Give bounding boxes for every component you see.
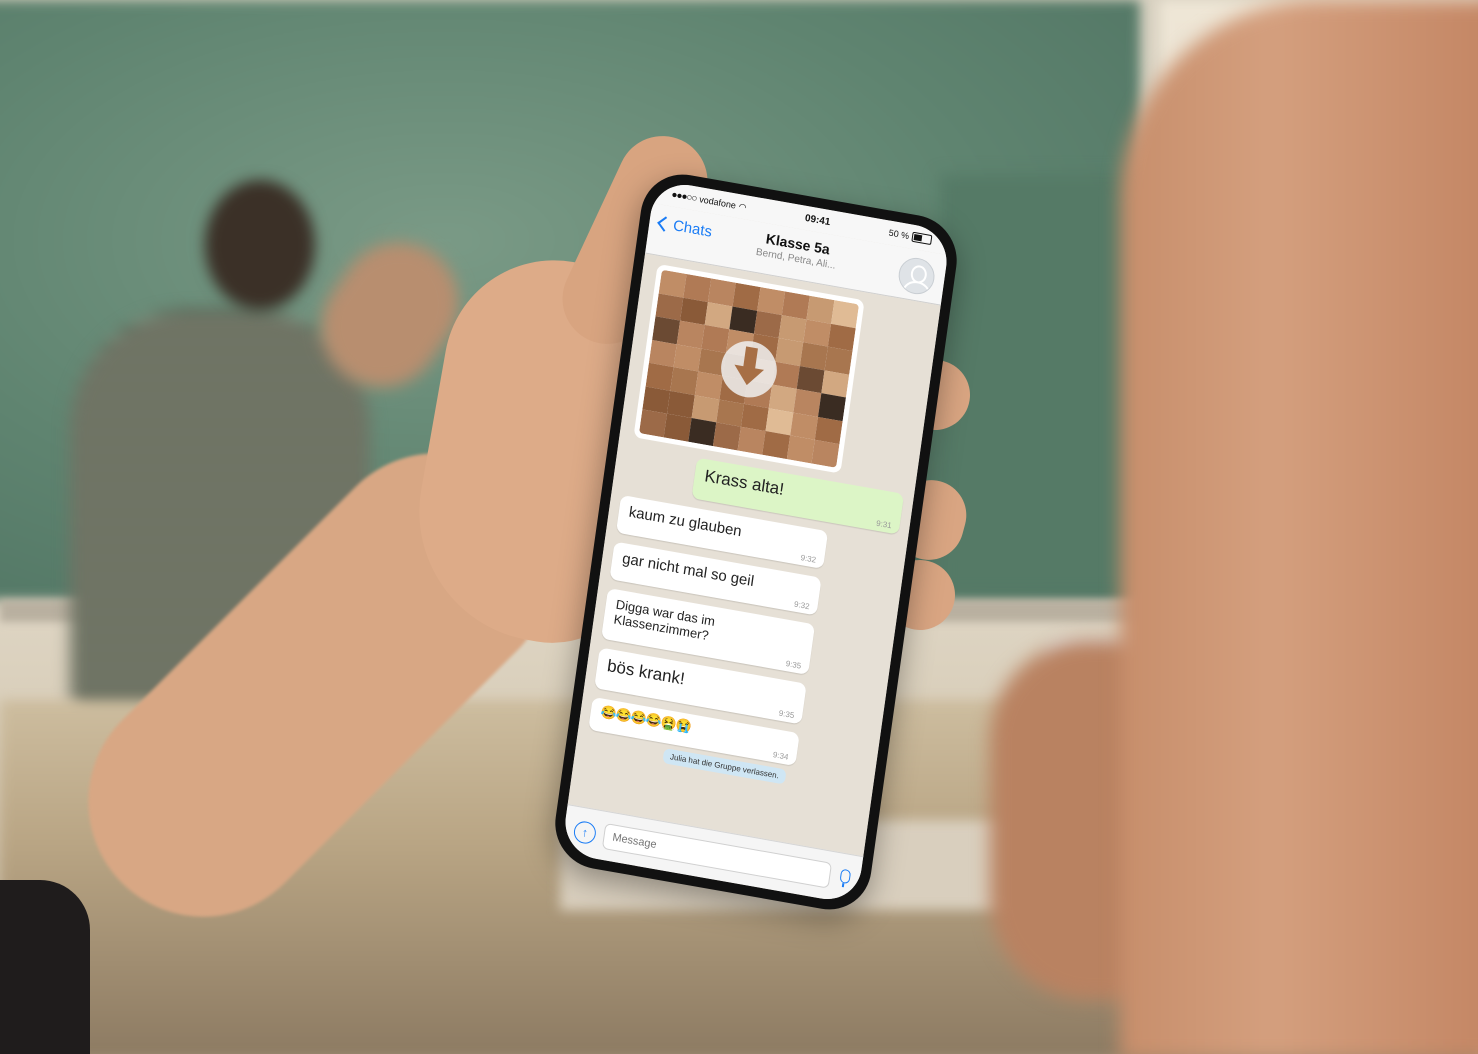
signal-icon: ●●●○○: [670, 188, 698, 205]
message-time: 9:35: [778, 708, 795, 721]
message-time: 9:35: [785, 658, 802, 671]
download-arrow-icon: [731, 364, 765, 388]
battery-label: 50 %: [888, 227, 910, 242]
message-list: Krass alta! 9:31 kaum zu glauben 9:32 ga…: [567, 253, 941, 858]
emoji-message: 😂😂😂😂🤮😭: [599, 703, 692, 735]
carrier-label: vodafone: [698, 194, 737, 211]
clock: 09:41: [804, 212, 832, 228]
battery-icon: [911, 231, 933, 246]
message-text: Krass alta!: [703, 466, 786, 499]
microphone-icon[interactable]: [837, 868, 851, 888]
student-shoulder: [1120, 0, 1478, 1054]
message-time: 9:32: [793, 599, 811, 612]
pixelated-image-message[interactable]: [633, 263, 865, 474]
wifi-icon: ◠: [738, 200, 748, 212]
message-text: gar nicht mal so geil: [621, 550, 756, 591]
attach-icon[interactable]: ↑: [572, 819, 598, 846]
message-time: 9:34: [772, 750, 789, 762]
message-time: 9:31: [875, 518, 893, 531]
message-text: kaum zu glauben: [627, 503, 743, 541]
message-text: Digga war das im Klassenzimmer?: [612, 596, 717, 644]
message-time: 9:32: [800, 553, 817, 565]
message-text: bös krank!: [606, 656, 686, 689]
